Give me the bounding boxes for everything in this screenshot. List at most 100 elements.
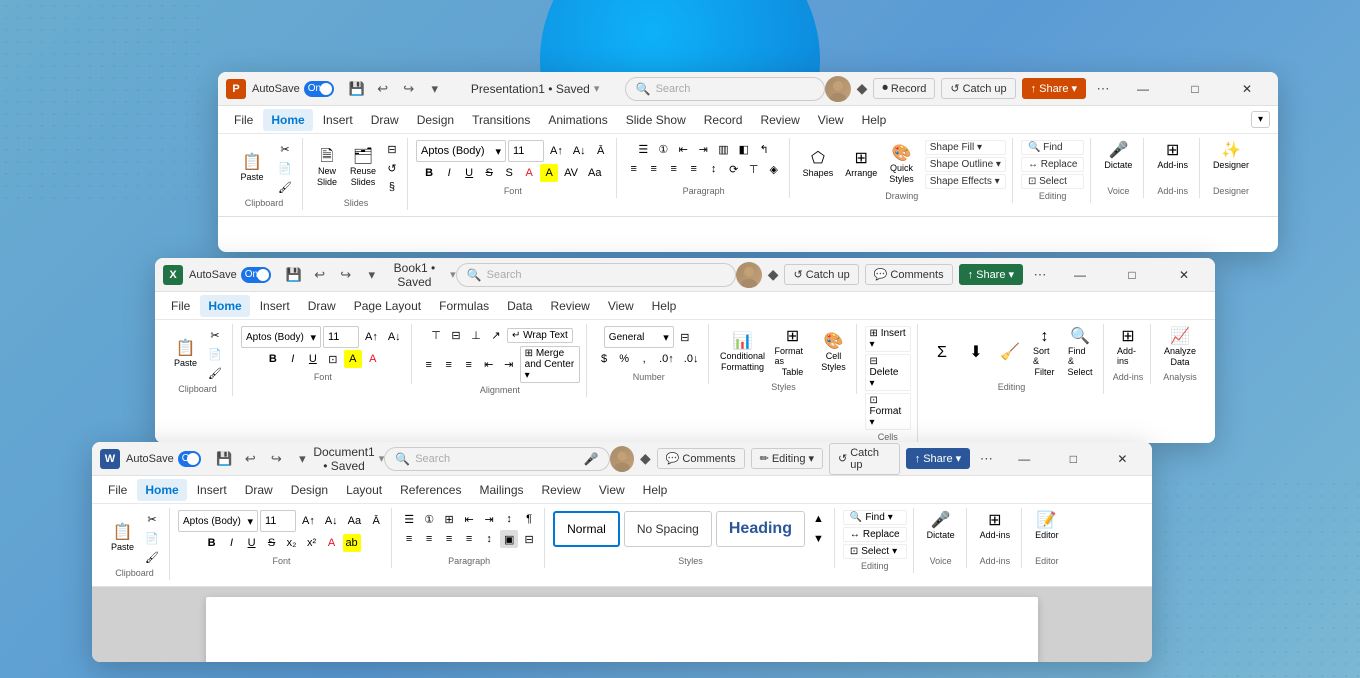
xl-currency-btn[interactable]: $ xyxy=(595,350,613,368)
word-menu-mailings[interactable]: Mailings xyxy=(471,479,531,501)
word-menu-home[interactable]: Home xyxy=(137,479,186,501)
ppt-case-btn[interactable]: Aa xyxy=(584,164,605,182)
word-borders-btn[interactable]: ⊟ xyxy=(520,530,538,548)
xl-clear-btn[interactable]: 🧹 xyxy=(994,342,1026,364)
ppt-font-color-btn[interactable]: A xyxy=(520,164,538,182)
ppt-dictate-btn[interactable]: 🎤 Dictate xyxy=(1099,140,1137,173)
ppt-new-slide-btn[interactable]: 🗎 New Slide xyxy=(311,146,343,190)
xl-percent-btn[interactable]: % xyxy=(615,350,633,368)
xl-find-select-btn[interactable]: 🔍 Find & Select xyxy=(1063,326,1097,380)
xl-minimize-button[interactable]: — xyxy=(1057,259,1103,291)
word-line-spacing-btn[interactable]: ↕ xyxy=(480,530,498,548)
ppt-menu-review[interactable]: Review xyxy=(752,109,807,131)
word-bold-btn[interactable]: B xyxy=(203,534,221,552)
word-search-box[interactable]: 🔍 Search 🎤 xyxy=(384,447,609,471)
xl-format-painter-btn[interactable]: 🖌 xyxy=(204,364,226,382)
xl-more-icon[interactable]: ▾ xyxy=(361,264,383,286)
word-editor-btn[interactable]: 📝 Editor xyxy=(1030,510,1064,543)
xl-sum-btn[interactable]: Σ xyxy=(926,342,958,364)
word-justify-btn[interactable]: ≡ xyxy=(460,530,478,548)
ppt-find-btn[interactable]: 🔍 Find xyxy=(1021,140,1084,155)
ppt-align-text-btn[interactable]: ⊤ xyxy=(745,160,763,178)
xl-decrease-font-btn[interactable]: A↓ xyxy=(384,328,405,346)
ppt-underline-btn[interactable]: U xyxy=(460,164,478,182)
ppt-designer-btn[interactable]: ✨ Designer xyxy=(1208,140,1254,173)
ppt-justify-btn[interactable]: ≡ xyxy=(685,160,703,178)
ppt-shape-fill-btn[interactable]: Shape Fill ▾ xyxy=(925,140,1006,155)
ppt-shapes-btn[interactable]: ⬠ Shapes xyxy=(798,148,839,181)
xl-sort-filter-btn[interactable]: ↕ Sort & Filter xyxy=(1028,326,1061,380)
ppt-increase-font-btn[interactable]: A↑ xyxy=(546,142,567,160)
xl-search-box[interactable]: 🔍 Search xyxy=(456,263,736,287)
xl-menu-help[interactable]: Help xyxy=(644,295,685,317)
ppt-quick-styles-btn[interactable]: 🎨 Quick Styles xyxy=(884,143,919,187)
word-addins-btn[interactable]: ⊞ Add-ins xyxy=(975,510,1016,543)
word-select-btn[interactable]: ⊡Select ▾ xyxy=(843,544,907,559)
ppt-align-center-btn[interactable]: ≡ xyxy=(645,160,663,178)
xl-addins-btn[interactable]: ⊞ Add-ins xyxy=(1112,326,1144,369)
word-menu-references[interactable]: References xyxy=(392,479,469,501)
word-document-page[interactable] xyxy=(206,597,1038,662)
xl-wrap-text-btn[interactable]: ↵ Wrap Text xyxy=(507,328,573,343)
xl-cut-btn[interactable]: ✂ xyxy=(204,326,226,344)
ppt-shape-effects-btn[interactable]: Shape Effects ▾ xyxy=(925,174,1006,189)
word-format-painter-btn[interactable]: 🖌 xyxy=(141,548,163,566)
xl-menu-review[interactable]: Review xyxy=(542,295,597,317)
word-font-selector[interactable]: Aptos (Body) ▾ xyxy=(178,510,258,532)
word-indent-btn[interactable]: ⇥ xyxy=(480,510,498,528)
xl-menu-file[interactable]: File xyxy=(163,295,198,317)
ppt-format-painter-btn[interactable]: 🖌 xyxy=(274,178,296,196)
ppt-font-size[interactable]: 11 xyxy=(508,140,544,162)
word-align-center-btn[interactable]: ≡ xyxy=(420,530,438,548)
xl-outdent-btn[interactable]: ⇤ xyxy=(480,356,498,374)
xl-redo-icon[interactable]: ↪ xyxy=(335,264,357,286)
word-font-color-btn[interactable]: A xyxy=(323,534,341,552)
word-case-btn[interactable]: Aa xyxy=(344,512,365,530)
ppt-catch-up-button[interactable]: ↺ Catch up xyxy=(941,78,1015,99)
xl-align-center-btn[interactable]: ≡ xyxy=(440,356,458,374)
xl-angle-btn[interactable]: ↗ xyxy=(487,326,505,344)
ppt-cols-btn[interactable]: ▥ xyxy=(714,140,732,158)
word-dictate-btn[interactable]: 🎤 Dictate xyxy=(922,510,960,543)
word-redo-icon[interactable]: ↪ xyxy=(265,448,287,470)
word-cut-btn[interactable]: ✂ xyxy=(141,510,163,528)
word-save-icon[interactable]: 💾 xyxy=(213,448,235,470)
ppt-smart-art-btn[interactable]: ◧ xyxy=(735,140,753,158)
xl-number-format-icon[interactable]: ⊟ xyxy=(676,328,694,346)
ppt-undo-icon[interactable]: ↩ xyxy=(372,78,394,100)
word-editing-button[interactable]: ✏ Editing ▾ xyxy=(751,448,823,469)
word-show-marks-btn[interactable]: ¶ xyxy=(520,510,538,528)
ppt-menu-help[interactable]: Help xyxy=(854,109,895,131)
xl-merge-btn[interactable]: ⊞ Merge and Center ▾ xyxy=(520,346,580,383)
word-align-left-btn[interactable]: ≡ xyxy=(400,530,418,548)
word-clear-format-btn[interactable]: Ā xyxy=(367,512,385,530)
ppt-ribbon-display-btn[interactable]: ▾ xyxy=(1251,111,1270,128)
ppt-menu-draw[interactable]: Draw xyxy=(363,109,407,131)
word-maximize-button[interactable]: □ xyxy=(1052,443,1095,475)
ppt-menu-design[interactable]: Design xyxy=(409,109,462,131)
word-share-button[interactable]: ↑ Share ▾ xyxy=(906,448,970,469)
xl-more-options-icon[interactable]: ⋯ xyxy=(1029,264,1051,286)
word-replace-btn[interactable]: ↔Replace xyxy=(843,527,907,542)
xl-inc-decimal-btn[interactable]: .0↑ xyxy=(655,350,678,368)
ppt-text-direction-btn[interactable]: ⟳ xyxy=(725,160,743,178)
word-menu-draw[interactable]: Draw xyxy=(237,479,281,501)
word-menu-layout[interactable]: Layout xyxy=(338,479,390,501)
ppt-outdent-btn[interactable]: ⇤ xyxy=(674,140,692,158)
word-catch-up-button[interactable]: ↺ Catch up xyxy=(829,443,900,475)
ppt-indent-btn[interactable]: ⇥ xyxy=(694,140,712,158)
xl-underline-btn[interactable]: U xyxy=(304,350,322,368)
word-style-no-spacing-btn[interactable]: No Spacing xyxy=(624,511,712,547)
ppt-minimize-button[interactable]: — xyxy=(1120,73,1166,105)
word-autosave-toggle[interactable]: On xyxy=(178,451,202,467)
ppt-record-button[interactable]: ⏺ Record xyxy=(873,78,935,99)
word-style-normal-btn[interactable]: Normal xyxy=(553,511,620,547)
word-menu-insert[interactable]: Insert xyxy=(189,479,235,501)
word-menu-view[interactable]: View xyxy=(591,479,633,501)
xl-dec-decimal-btn[interactable]: .0↓ xyxy=(680,350,703,368)
ppt-addins-btn[interactable]: ⊞ Add-ins xyxy=(1152,140,1193,173)
word-menu-file[interactable]: File xyxy=(100,479,135,501)
ppt-bullets-btn[interactable]: ☰ xyxy=(634,140,652,158)
xl-cell-styles-btn[interactable]: 🎨 Cell Styles xyxy=(818,331,850,375)
ppt-replace-btn[interactable]: ↔ Replace xyxy=(1021,157,1084,172)
